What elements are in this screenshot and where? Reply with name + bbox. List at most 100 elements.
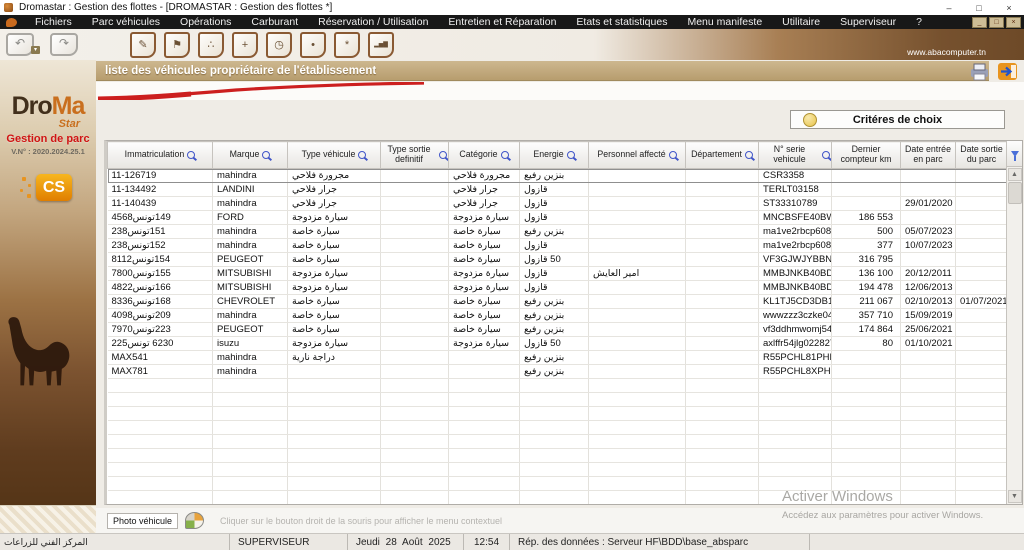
context-menu-hint: Cliquer sur le bouton droit de la souris… bbox=[220, 515, 503, 526]
website-label: www.abacomputer.tn bbox=[907, 47, 986, 57]
table-row[interactable]: 11-134492 LANDINI جرار فلاحي جرار فلاحي قازو… bbox=[107, 182, 1008, 197]
menubar-logo-icon bbox=[6, 17, 17, 27]
cs-badge: CS bbox=[36, 174, 72, 202]
menu-item[interactable]: Superviseur bbox=[830, 16, 906, 28]
table-row[interactable]: 238‎تونس‎152 mahindra سيارة خاصة سيارة خاصة… bbox=[107, 238, 1008, 253]
menu-item[interactable]: Parc véhicules bbox=[82, 16, 170, 28]
document-dot-icon[interactable]: • bbox=[300, 31, 326, 58]
document-add-icon[interactable]: + bbox=[232, 31, 258, 58]
column-header[interactable]: Date sortie du parc bbox=[955, 141, 1008, 169]
filter-icon[interactable] bbox=[1006, 141, 1022, 167]
table-row[interactable]: 11-140439 mahindra جرار فلاحي جرار فلاحي قاز… bbox=[107, 196, 1008, 211]
menu-item[interactable]: Fichiers bbox=[25, 16, 82, 28]
vertical-scrollbar[interactable]: ▲ ▼ bbox=[1006, 141, 1022, 504]
search-icon[interactable] bbox=[822, 151, 830, 159]
search-icon[interactable] bbox=[262, 151, 271, 159]
back-dropdown-icon[interactable]: ▾ bbox=[31, 45, 40, 54]
scrollbar-thumb[interactable] bbox=[1007, 182, 1022, 204]
photo-strip: Photo véhicule Cliquer sur le bouton dro… bbox=[96, 508, 1024, 533]
decorative-swoosh bbox=[96, 81, 1024, 102]
menu-item[interactable]: Opérations bbox=[170, 16, 241, 28]
column-header[interactable]: Type véhicule bbox=[287, 141, 381, 169]
menu-item[interactable]: Menu manifeste bbox=[677, 16, 772, 28]
brand-logo-star: Star bbox=[58, 118, 80, 130]
empty-row bbox=[107, 462, 1008, 477]
status-bar: المركز الفني للزراعات SUPERVISEUR Jeudi … bbox=[0, 533, 1024, 550]
exit-icon[interactable] bbox=[997, 62, 1019, 81]
menu-item[interactable]: Réservation / Utilisation bbox=[308, 16, 438, 28]
column-header[interactable]: Date entrée en parc bbox=[900, 141, 956, 169]
application-window: { "window": { "title": "Dromastar : Gest… bbox=[0, 0, 1024, 550]
search-icon[interactable] bbox=[566, 151, 575, 159]
menu-item[interactable]: Carburant bbox=[241, 16, 308, 28]
close-icon[interactable]: × bbox=[994, 3, 1024, 13]
search-icon[interactable] bbox=[439, 151, 447, 159]
document-dots-icon[interactable]: ∴ bbox=[198, 31, 224, 58]
column-header[interactable]: Catégorie bbox=[448, 141, 520, 169]
column-header[interactable]: Marque bbox=[212, 141, 288, 169]
menu-bar: Fichiers Parc véhicules Opérations Carburan… bbox=[0, 15, 1024, 29]
table-row[interactable]: MAX541 mahindra دراجة نارية بنزين رفيع R55PC… bbox=[107, 350, 1008, 365]
photo-vehicle-icon[interactable] bbox=[185, 512, 205, 529]
table-row[interactable]: MAX781 mahindra بنزين رفيع R55PCHL8XPHM bbox=[107, 364, 1008, 379]
table-row[interactable]: 238‎تونس‎151 mahindra سيارة خاصة سيارة خاصة… bbox=[107, 224, 1008, 239]
column-header[interactable]: Type sortie definitif bbox=[380, 141, 449, 169]
back-icon[interactable]: ↶ bbox=[6, 33, 34, 56]
window-title: Dromastar : Gestion des flottes - [DROMA… bbox=[19, 2, 333, 13]
table-row[interactable]: 4098‎تونس‎209 mahindra سيارة خاصة سيارة خاص… bbox=[107, 308, 1008, 323]
menu-item[interactable]: Etats et statistiques bbox=[566, 16, 677, 28]
column-header[interactable]: N° serie vehicule bbox=[758, 141, 832, 169]
title-bar: Dromastar : Gestion des flottes - [DROMA… bbox=[0, 0, 1024, 15]
search-icon[interactable] bbox=[187, 151, 196, 159]
document-star-icon[interactable]: * bbox=[334, 31, 360, 58]
empty-row bbox=[107, 434, 1008, 449]
document-edit-icon[interactable]: ✎ bbox=[130, 31, 156, 58]
empty-row bbox=[107, 420, 1008, 435]
scrollbar-down-button[interactable]: ▼ bbox=[1007, 490, 1022, 503]
search-icon[interactable] bbox=[358, 151, 367, 159]
toolbar: ↶ ▾ ↷ ✎ ⚑ ∴ + ◷ • * ▂▅▇ www.abacomputer.tn bbox=[0, 29, 1024, 60]
empty-row bbox=[107, 448, 1008, 463]
brand-logo-ma: Ma bbox=[51, 92, 86, 120]
minimize-icon[interactable]: – bbox=[934, 3, 964, 13]
mdi-close-icon[interactable]: × bbox=[1006, 16, 1021, 28]
document-flag-icon[interactable]: ⚑ bbox=[164, 31, 190, 58]
search-icon[interactable] bbox=[668, 151, 677, 159]
menu-item[interactable]: Entretien et Réparation bbox=[438, 16, 566, 28]
table-row[interactable]: 7800‎تونس‎155 MITSUBISHI سيارة مزدوجة سيارة… bbox=[107, 266, 1008, 281]
document-chart-icon[interactable]: ▂▅▇ bbox=[368, 31, 394, 58]
document-gauge-icon[interactable]: ◷ bbox=[266, 31, 292, 58]
brand-subtitle: Gestion de parc bbox=[6, 133, 90, 145]
table-row[interactable]: 8336‎تونس‎168 CHEVROLET سيارة خاصة سيارة خا… bbox=[107, 294, 1008, 309]
empty-row bbox=[107, 490, 1008, 504]
status-time: 12:54 bbox=[464, 534, 510, 550]
mdi-minimize-icon[interactable]: _ bbox=[972, 16, 987, 28]
menu-item[interactable]: ? bbox=[906, 16, 932, 28]
version-label: V.N° : 2020.2024.25.1 bbox=[11, 147, 85, 157]
table-row[interactable]: 7970‎تونس‎223 PEUGEOT سيارة خاصة سيارة خاصة… bbox=[107, 322, 1008, 337]
sidebar: DroMa Star Gestion de parc V.N° : 2020.2… bbox=[0, 60, 96, 505]
criteria-button[interactable]: Critéres de choix bbox=[790, 110, 1005, 129]
forward-icon[interactable]: ↷ bbox=[50, 33, 78, 56]
column-header[interactable]: Energie bbox=[519, 141, 589, 169]
maximize-icon[interactable]: □ bbox=[964, 3, 994, 13]
menu-item[interactable]: Utilitaire bbox=[772, 16, 830, 28]
photo-vehicle-label: Photo véhicule bbox=[107, 512, 179, 529]
table-row[interactable]: 11-126719 mahindra مجرورة فلاحي مجرورة فلاح… bbox=[107, 168, 1008, 183]
empty-row bbox=[107, 392, 1008, 407]
search-icon[interactable] bbox=[500, 151, 509, 159]
mdi-restore-icon[interactable]: □ bbox=[989, 16, 1004, 28]
table-row[interactable]: 4568‎تونس‎149 FORD سيارة مزدوجة سيارة مزدوج… bbox=[107, 210, 1008, 225]
column-header[interactable]: Dernier compteur km bbox=[831, 141, 901, 169]
vehicles-table: Immatriculation Marque Type véhicule Type s… bbox=[107, 141, 1008, 504]
table-row[interactable]: 225‎تونس‎ 6230 isuzu سيارة مزدوجة سيارة مزد… bbox=[107, 336, 1008, 351]
column-header[interactable]: Immatriculation bbox=[107, 141, 213, 169]
table-row[interactable]: 4822‎تونس‎166 MITSUBISHI سيارة مزدوجة سيارة… bbox=[107, 280, 1008, 295]
search-icon[interactable] bbox=[744, 151, 753, 159]
table-row[interactable]: 8112‎تونس‎154 PEUGEOT سيارة خاصة سيارة خاصة… bbox=[107, 252, 1008, 267]
print-icon[interactable] bbox=[968, 62, 992, 81]
column-header[interactable]: Personnel affecté bbox=[588, 141, 686, 169]
scrollbar-up-button[interactable]: ▲ bbox=[1007, 168, 1022, 181]
column-header[interactable]: Département bbox=[685, 141, 759, 169]
brand-logo-dro: Dro bbox=[11, 92, 53, 120]
